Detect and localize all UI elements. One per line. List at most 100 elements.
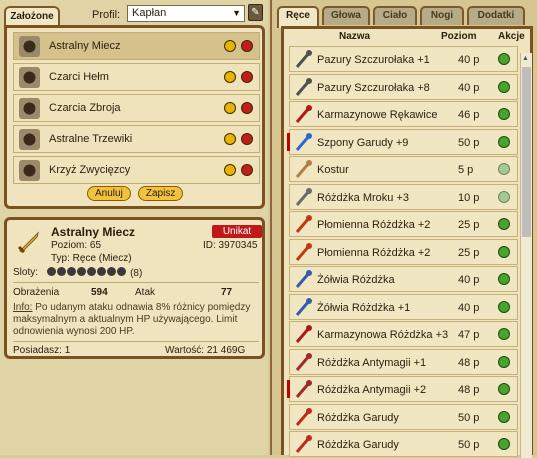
inventory-item[interactable]: Pazury Szczurołaka +1 40 p bbox=[289, 46, 518, 72]
sword-icon bbox=[15, 228, 43, 256]
inventory-item[interactable]: Żółwia Różdżka 40 p bbox=[289, 266, 518, 292]
equipped-item-name: Czarci Hełm bbox=[49, 71, 109, 83]
equipped-item-name: Czarcia Zbroja bbox=[49, 102, 121, 114]
tab-1[interactable]: Głowa bbox=[322, 6, 370, 25]
equip-icon[interactable] bbox=[498, 163, 510, 175]
item-name: Różdżka Garudy bbox=[317, 411, 399, 424]
new-marker bbox=[287, 380, 290, 398]
wrench-icon[interactable]: ✎ bbox=[248, 4, 263, 21]
inventory-item[interactable]: Różdżka Antymagii +2 48 p bbox=[287, 376, 518, 402]
armor-icon bbox=[19, 98, 40, 119]
equip-icon[interactable] bbox=[498, 300, 510, 313]
boots-icon bbox=[19, 129, 40, 150]
item-level: 50 p bbox=[458, 411, 480, 424]
tab-0[interactable]: Ręce bbox=[277, 6, 319, 28]
scroll-thumb[interactable] bbox=[522, 67, 531, 237]
equipped-item[interactable]: Krzyż Zwycięzcy bbox=[13, 156, 260, 184]
tab-equipped[interactable]: Założone bbox=[4, 6, 60, 26]
weapon-icon bbox=[295, 297, 312, 316]
chevron-down-icon: ▼ bbox=[232, 8, 241, 18]
inventory-item[interactable]: Różdżka Antymagii +1 48 p bbox=[289, 348, 518, 375]
tab-2[interactable]: Ciało bbox=[373, 6, 417, 25]
item-level: 50 p bbox=[458, 439, 480, 451]
item-name: Płomienna Różdżka +2 bbox=[317, 219, 431, 231]
scrollbar[interactable]: ▲ bbox=[520, 53, 532, 458]
damage-label: Obrażenia bbox=[13, 287, 60, 298]
equip-icon[interactable] bbox=[498, 328, 510, 340]
equip-icon[interactable] bbox=[498, 383, 510, 395]
gold-coin-icon[interactable] bbox=[224, 164, 236, 176]
info-link[interactable]: Info: bbox=[13, 302, 32, 313]
remove-icon[interactable] bbox=[241, 164, 253, 176]
gold-coin-icon[interactable] bbox=[224, 40, 236, 52]
item-level: 25 p bbox=[458, 219, 480, 231]
inventory-item[interactable]: Szpony Garudy +9 50 p bbox=[287, 128, 518, 155]
weapon-icon bbox=[295, 50, 312, 68]
tab-4[interactable]: Dodatki bbox=[467, 6, 525, 25]
weapon-icon bbox=[295, 187, 312, 206]
weapon-icon bbox=[295, 407, 312, 426]
weapon-icon bbox=[295, 132, 312, 151]
equipped-item-name: Astralne Trzewiki bbox=[49, 133, 133, 145]
header-name: Nazwa bbox=[339, 31, 371, 42]
inventory-item[interactable]: Płomienna Różdżka +2 25 p bbox=[289, 211, 518, 237]
equip-icon[interactable] bbox=[498, 108, 510, 120]
tab-3[interactable]: Nogi bbox=[420, 6, 464, 25]
damage-value: 594 bbox=[91, 287, 108, 298]
inventory-item[interactable]: Pazury Szczurołaka +8 40 p bbox=[289, 73, 518, 100]
inventory-item[interactable]: Różdżka Garudy 50 p bbox=[289, 403, 518, 430]
inventory-list: Nazwa Poziom Akcje Pazury Szczurołaka +1… bbox=[281, 26, 533, 458]
header-level: Poziom bbox=[441, 31, 477, 42]
weapon-icon bbox=[295, 270, 312, 288]
inventory-item[interactable]: Płomienna Różdżka +2 25 p bbox=[289, 238, 518, 265]
equip-icon[interactable] bbox=[498, 438, 510, 450]
detail-type: Typ: Ręce (Miecz) bbox=[51, 253, 132, 264]
equip-icon[interactable] bbox=[498, 53, 510, 65]
equip-icon[interactable] bbox=[498, 273, 510, 285]
equip-buttons: Anuluj Zapisz bbox=[87, 186, 187, 201]
equipped-item[interactable]: Astralny Miecz bbox=[13, 32, 260, 60]
cancel-button[interactable]: Anuluj bbox=[87, 186, 131, 201]
equip-icon[interactable] bbox=[498, 245, 510, 258]
equip-icon[interactable] bbox=[498, 135, 510, 148]
profile-select[interactable]: Kapłan ▼ bbox=[127, 5, 245, 22]
inventory-item[interactable]: Żółwia Różdżka +1 40 p bbox=[289, 293, 518, 320]
equip-icon[interactable] bbox=[498, 80, 510, 93]
item-name: Różdżka Garudy bbox=[317, 439, 399, 451]
sword-icon bbox=[19, 36, 40, 57]
equipped-item[interactable]: Czarci Hełm bbox=[13, 63, 260, 91]
gold-coin-icon[interactable] bbox=[224, 102, 236, 114]
remove-icon[interactable] bbox=[241, 133, 253, 145]
item-level: 25 p bbox=[458, 246, 480, 259]
remove-icon[interactable] bbox=[241, 102, 253, 114]
equip-icon[interactable] bbox=[498, 190, 510, 203]
equip-icon[interactable] bbox=[498, 355, 510, 368]
inventory-item[interactable]: Różdżka Mroku +3 10 p bbox=[289, 183, 518, 210]
weapon-icon bbox=[295, 160, 312, 178]
save-button[interactable]: Zapisz bbox=[137, 186, 184, 201]
inventory-item[interactable]: Karmazynowe Rękawice 46 p bbox=[289, 101, 518, 127]
item-level: 5 p bbox=[458, 164, 474, 176]
inventory-item[interactable]: Kostur 5 p bbox=[289, 156, 518, 182]
item-level: 40 p bbox=[458, 274, 480, 286]
item-level: 50 p bbox=[458, 136, 480, 149]
remove-icon[interactable] bbox=[241, 71, 253, 83]
equipped-item[interactable]: Astralne Trzewiki bbox=[13, 125, 260, 153]
item-name: Pazury Szczurołaka +8 bbox=[317, 81, 430, 94]
gold-coin-icon[interactable] bbox=[224, 133, 236, 145]
weapon-icon bbox=[295, 242, 312, 261]
detail-name: Astralny Miecz bbox=[51, 225, 136, 239]
inventory-item[interactable]: Karmazynowa Różdżka +3 47 p bbox=[289, 321, 518, 347]
equip-icon[interactable] bbox=[498, 410, 510, 423]
scroll-up-icon[interactable]: ▲ bbox=[522, 55, 529, 62]
equipped-item[interactable]: Czarcia Zbroja bbox=[13, 94, 260, 122]
remove-icon[interactable] bbox=[241, 40, 253, 52]
detail-level: Poziom: 65 bbox=[51, 240, 102, 251]
inventory-item[interactable]: Różdżka Garudy 50 p bbox=[289, 431, 518, 457]
gold-coin-icon[interactable] bbox=[224, 71, 236, 83]
item-name: Karmazynowa Różdżka +3 bbox=[317, 329, 449, 341]
item-name: Pazury Szczurołaka +1 bbox=[317, 54, 430, 66]
item-name: Płomienna Różdżka +2 bbox=[317, 246, 431, 259]
weapon-icon bbox=[295, 380, 312, 398]
equip-icon[interactable] bbox=[498, 218, 510, 230]
